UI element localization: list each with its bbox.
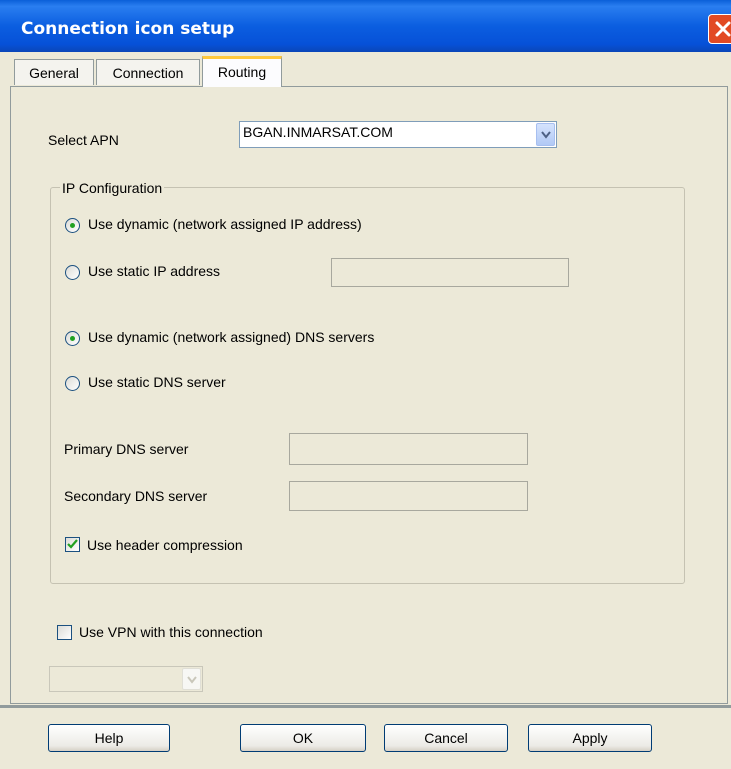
dynamic-dns-radio[interactable] [65, 331, 80, 346]
tab-connection[interactable]: Connection [96, 59, 200, 85]
dynamic-ip-radio[interactable] [65, 218, 80, 233]
vpn-select[interactable] [49, 666, 203, 692]
header-compression-checkbox[interactable] [65, 537, 80, 552]
separator [0, 705, 731, 708]
vpn-dropdown-button[interactable] [182, 668, 201, 690]
static-ip-radio[interactable] [65, 265, 80, 280]
secondary-dns-field[interactable] [289, 481, 528, 511]
apn-select[interactable]: BGAN.INMARSAT.COM [239, 121, 557, 148]
close-button[interactable] [708, 14, 731, 44]
static-dns-label[interactable]: Use static DNS server [88, 374, 226, 390]
static-dns-radio[interactable] [65, 376, 80, 391]
window-title: Connection icon setup [21, 19, 235, 39]
static-ip-field[interactable] [331, 258, 569, 287]
static-ip-label[interactable]: Use static IP address [88, 263, 220, 279]
header-compression-label[interactable]: Use header compression [87, 537, 243, 553]
checkmark-icon [67, 539, 78, 549]
apn-select-value: BGAN.INMARSAT.COM [243, 124, 393, 140]
secondary-dns-label: Secondary DNS server [64, 488, 208, 504]
chevron-down-icon [541, 131, 551, 139]
primary-dns-label: Primary DNS server [64, 441, 189, 457]
vpn-checkbox[interactable] [57, 625, 72, 640]
radio-selected-dot [70, 223, 75, 228]
vpn-label[interactable]: Use VPN with this connection [79, 624, 263, 640]
help-button[interactable]: Help [48, 724, 170, 752]
primary-dns-field[interactable] [289, 433, 528, 465]
tab-routing[interactable]: Routing [202, 56, 282, 87]
chevron-down-icon [187, 676, 197, 684]
title-bar: Connection icon setup [0, 0, 731, 52]
ip-configuration-legend: IP Configuration [60, 180, 165, 196]
close-icon [715, 21, 731, 37]
dynamic-ip-label[interactable]: Use dynamic (network assigned IP address… [88, 216, 362, 232]
dynamic-dns-label[interactable]: Use dynamic (network assigned) DNS serve… [88, 329, 374, 345]
cancel-button[interactable]: Cancel [384, 724, 508, 752]
apn-label: Select APN [48, 132, 119, 148]
apn-dropdown-button[interactable] [536, 123, 555, 146]
ok-button[interactable]: OK [240, 724, 366, 752]
radio-selected-dot [70, 336, 75, 341]
apply-button[interactable]: Apply [528, 724, 652, 752]
tab-general[interactable]: General [14, 59, 94, 85]
